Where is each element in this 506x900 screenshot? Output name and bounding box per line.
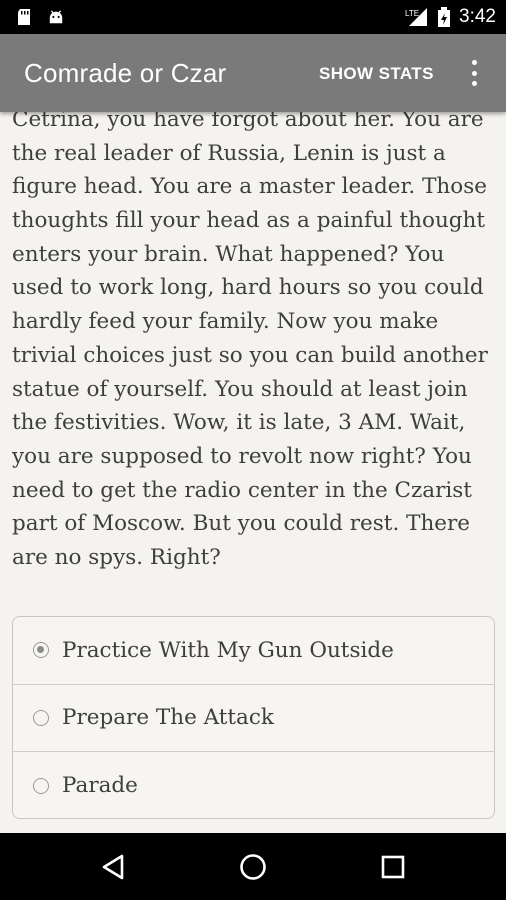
choice-label: Prepare The Attack xyxy=(62,705,274,731)
story-line: the festivities. Wow, it is late, 3 AM. … xyxy=(12,410,466,436)
choice-label: Parade xyxy=(62,773,138,799)
story-line: hardly feed your family. Now you make xyxy=(12,309,439,335)
status-bar: LTE 3:42 xyxy=(0,0,506,34)
story-line: trivial choices just so you can build an… xyxy=(12,342,488,368)
choice-label: Practice With My Gun Outside xyxy=(62,637,394,663)
lte-signal-icon: LTE xyxy=(405,8,428,26)
radio-unchecked-icon[interactable] xyxy=(33,777,49,794)
back-icon[interactable] xyxy=(98,851,130,883)
show-stats-button[interactable]: SHOW STATS xyxy=(319,64,434,84)
android-icon xyxy=(49,10,63,24)
svg-text:LTE: LTE xyxy=(405,9,419,18)
more-vert-icon[interactable] xyxy=(462,58,486,88)
radio-unchecked-icon[interactable] xyxy=(33,709,49,726)
story-line: are no spys. Right? xyxy=(12,544,221,570)
battery-icon xyxy=(438,7,451,27)
story-text: Cetrina, you have forgot about her. You … xyxy=(12,103,494,575)
story-line: part of Moscow. But you could rest. Ther… xyxy=(12,511,471,537)
choice-option[interactable]: Parade xyxy=(13,752,494,818)
choice-option[interactable]: Practice With My Gun Outside xyxy=(13,617,494,685)
story-line: used to work long, hard hours so you cou… xyxy=(12,275,484,301)
story-line: figure head. You are a master leader. Th… xyxy=(12,174,487,200)
choice-list: Practice With My Gun Outside Prepare The… xyxy=(12,616,495,819)
app-bar: Comrade or Czar SHOW STATS xyxy=(0,34,506,112)
sd-card-icon xyxy=(18,9,30,25)
story-line: you are supposed to revolt now right? Yo… xyxy=(12,443,472,469)
app-title: Comrade or Czar xyxy=(24,58,227,88)
story-line: thoughts fill your head as a painful tho… xyxy=(12,208,486,234)
navigation-bar xyxy=(0,833,506,900)
story-line: the real leader of Russia, Lenin is just… xyxy=(12,140,446,166)
story-line: need to get the radio center in the Czar… xyxy=(12,477,472,503)
home-icon[interactable] xyxy=(237,851,269,883)
recents-icon[interactable] xyxy=(377,851,409,883)
story-line: enters your brain. What happened? You xyxy=(12,241,445,267)
story-line: statue of yourself. You should at least … xyxy=(12,376,468,402)
choice-option[interactable]: Prepare The Attack xyxy=(13,685,494,753)
status-time: 3:42 xyxy=(459,6,496,27)
radio-checked-icon[interactable] xyxy=(33,642,49,659)
